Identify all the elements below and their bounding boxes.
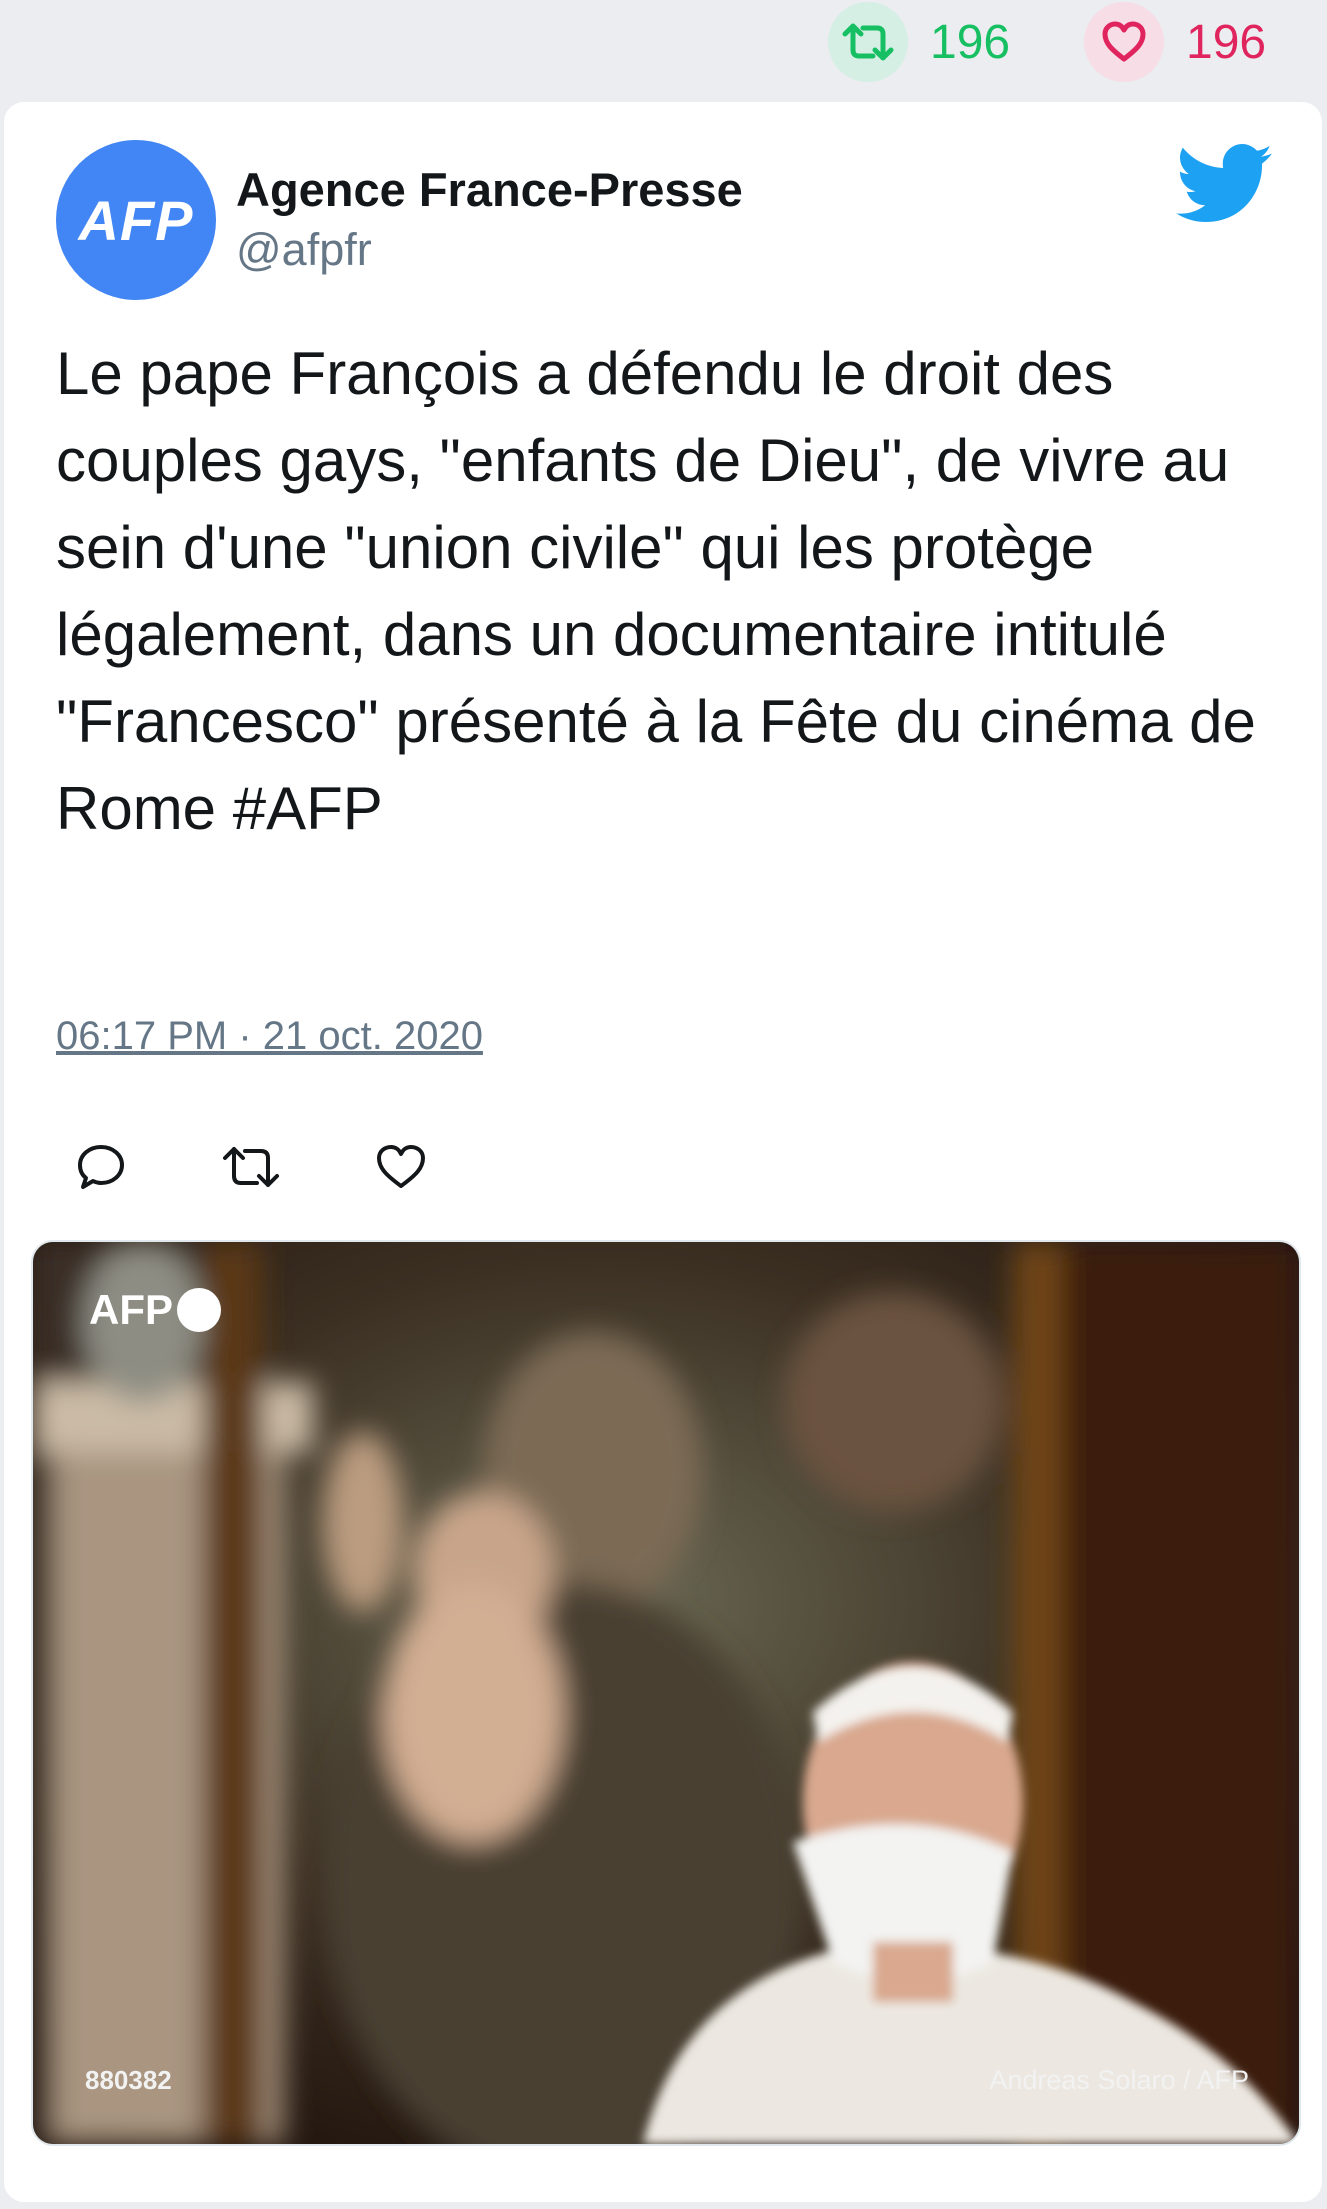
retweet-icon[interactable]	[828, 2, 908, 82]
tweet-photo[interactable]: AFP 880382 Andreas Solaro / AFP	[31, 1240, 1301, 2146]
watermark-dot-icon	[177, 1288, 221, 1332]
like-count: 196	[1186, 15, 1267, 69]
reply-icon[interactable]	[56, 1122, 146, 1212]
avatar-label: AFP	[78, 188, 194, 252]
photo-credit: Andreas Solaro / AFP	[989, 2065, 1249, 2095]
photo-scene	[33, 1242, 1299, 2144]
avatar[interactable]: AFP	[56, 140, 216, 300]
author-handle[interactable]: @afpfr	[236, 224, 372, 276]
retweet-action-icon[interactable]	[206, 1122, 296, 1212]
engagement-bar: 196 196	[0, 0, 1327, 98]
tweet-card[interactable]: AFP Agence France-Presse @afpfr Le pape …	[4, 102, 1322, 2202]
photo-watermark: AFP	[89, 1286, 221, 1334]
photo-id: 880382	[85, 2065, 172, 2095]
author-name[interactable]: Agence France-Presse	[236, 162, 743, 217]
tweet-text: Le pape François a défendu le droit des …	[56, 340, 1256, 842]
watermark-label: AFP	[89, 1286, 173, 1333]
like-action-icon[interactable]	[356, 1122, 446, 1212]
twitter-bird-icon[interactable]	[1176, 144, 1272, 224]
heart-icon[interactable]	[1084, 2, 1164, 82]
tweet-timestamp[interactable]: 06:17 PM · 21 oct. 2020	[56, 1014, 483, 1059]
retweet-stat[interactable]: 196	[828, 2, 1010, 82]
like-stat[interactable]: 196	[1084, 2, 1266, 82]
retweet-count: 196	[930, 15, 1011, 69]
